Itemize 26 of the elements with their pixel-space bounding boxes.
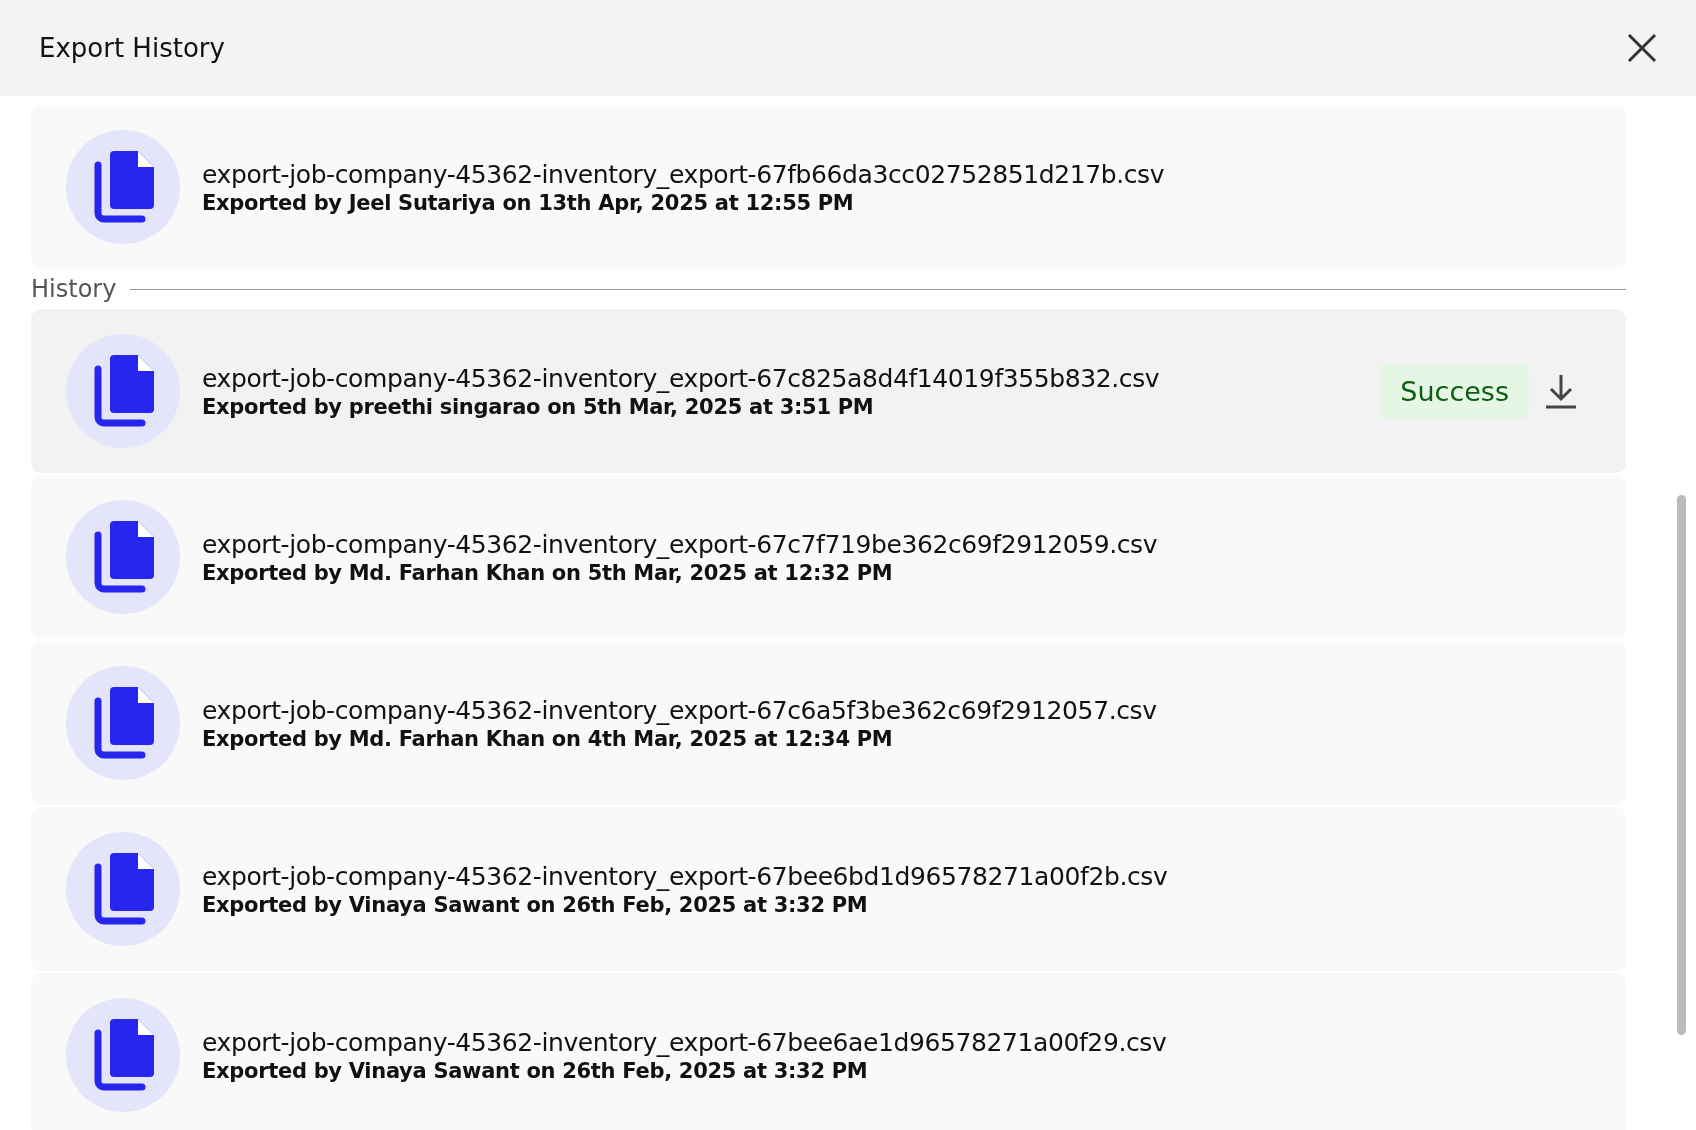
- export-details: Exported by Md. Farhan Khan on 5th Mar, 2025 at 12:32 PM: [202, 560, 894, 585]
- download-icon: [1545, 373, 1577, 409]
- export-card[interactable]: export-job-company-45362-inventory_export-67c7f719be362c69f2912059.csv Exported by Md. Farhan Khan on 5th Mar, 2025 at 12:32 PM: [31, 475, 1626, 639]
- export-card[interactable]: export-job-company-45362-inventory_export-67c6a5f3be362c69f2912057.csv Exported by Md. Farhan Khan on 4th Mar, 2025 at 12:34 PM: [31, 641, 1626, 805]
- scrollbar[interactable]: [1677, 495, 1686, 1035]
- download-button[interactable]: [1545, 373, 1577, 409]
- export-card[interactable]: export-job-company-45362-inventory_export-67c825a8d4f14019f355b832.csv Exported by preethi singarao on 5th Mar, 2025 at 3:51 PM Success: [31, 309, 1626, 473]
- file-name: export-job-company-45362-inventory_export-67fb66da3cc02752851d217b.csv: [202, 159, 1166, 189]
- file-name: export-job-company-45362-inventory_export-67bee6ae1d96578271a00f29.csv: [202, 1027, 1168, 1057]
- file-name: export-job-company-45362-inventory_export-67bee6bd1d96578271a00f2b.csv: [202, 861, 1169, 891]
- export-details: Exported by Md. Farhan Khan on 4th Mar, 2025 at 12:34 PM: [202, 726, 894, 751]
- status-badge: Success: [1380, 363, 1529, 419]
- file-name: export-job-company-45362-inventory_export-67c6a5f3be362c69f2912057.csv: [202, 695, 1158, 725]
- export-details: Exported by Vinaya Sawant on 26th Feb, 2025 at 3:32 PM: [202, 1058, 869, 1083]
- file-name: export-job-company-45362-inventory_export-67c7f719be362c69f2912059.csv: [202, 529, 1159, 559]
- close-button[interactable]: [1626, 32, 1658, 64]
- file-name: export-job-company-45362-inventory_export-67c825a8d4f14019f355b832.csv: [202, 363, 1161, 393]
- export-card[interactable]: export-job-company-45362-inventory_export-67bee6ae1d96578271a00f29.csv Exported by Vinaya Sawant on 26th Feb, 2025 at 3:32 PM: [31, 973, 1626, 1130]
- export-details: Exported by Vinaya Sawant on 26th Feb, 2025 at 3:32 PM: [202, 892, 869, 917]
- export-details: Exported by preethi singarao on 5th Mar, 2025 at 3:51 PM: [202, 394, 875, 419]
- export-details: Exported by Jeel Sutariya on 13th Apr, 2025 at 12:55 PM: [202, 190, 855, 215]
- dialog-title: Export History: [39, 33, 225, 63]
- export-card[interactable]: export-job-company-45362-inventory_export-67fb66da3cc02752851d217b.csv Exported by Jeel Sutariya on 13th Apr, 2025 at 12:55 PM: [31, 105, 1626, 269]
- section-label: History: [31, 275, 117, 303]
- close-icon: [1626, 32, 1658, 64]
- export-card[interactable]: export-job-company-45362-inventory_export-67bee6bd1d96578271a00f2b.csv Exported by Vinaya Sawant on 26th Feb, 2025 at 3:32 PM: [31, 807, 1626, 971]
